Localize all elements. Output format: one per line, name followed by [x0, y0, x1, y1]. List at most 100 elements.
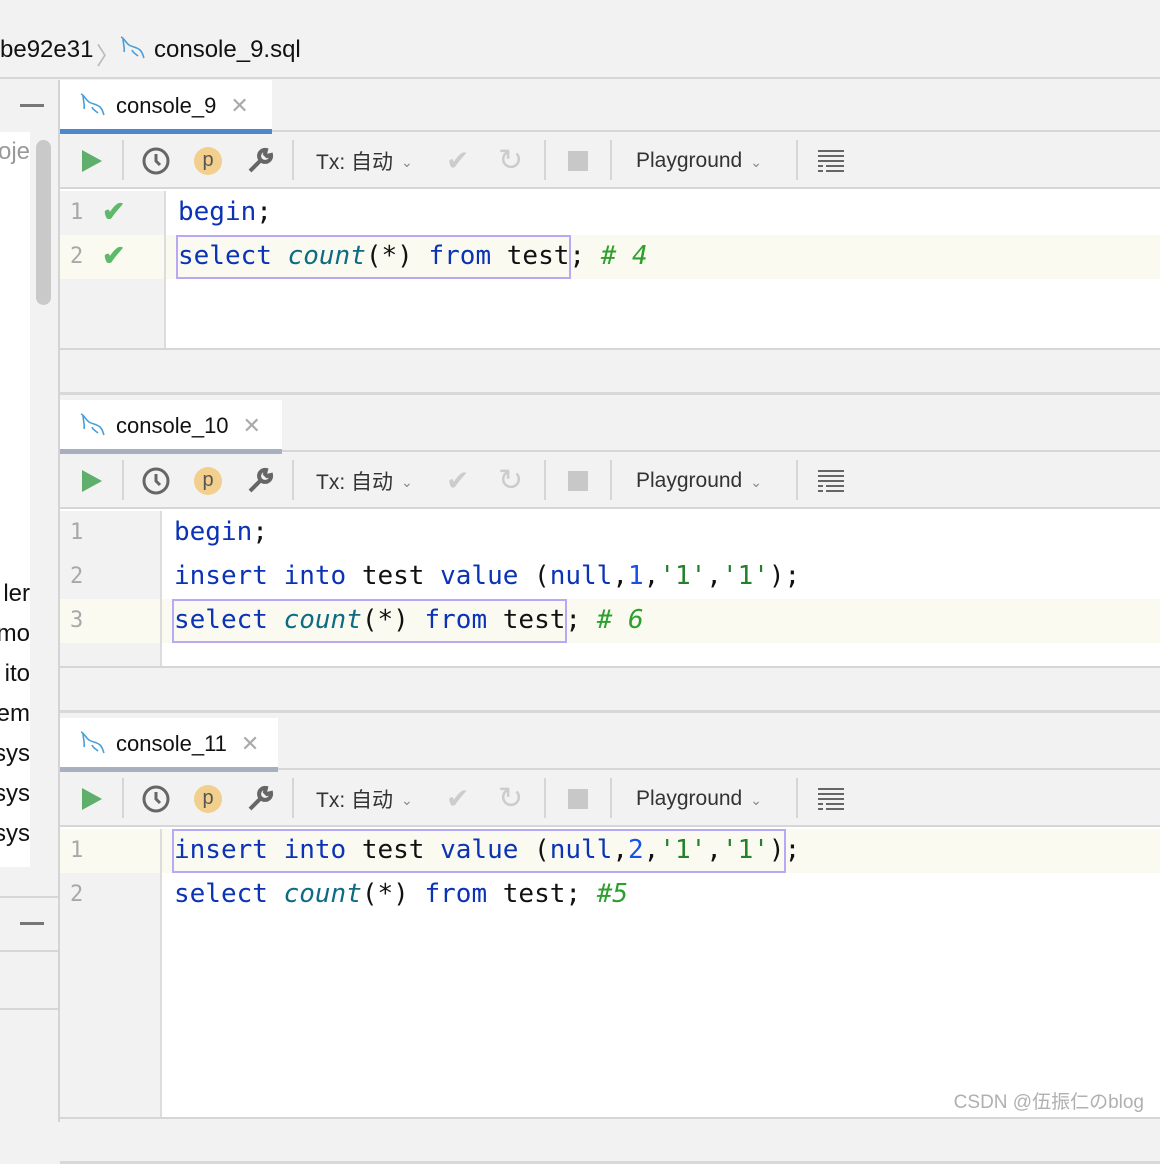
wrench-icon[interactable] — [246, 770, 274, 827]
wrench-icon[interactable] — [246, 452, 274, 509]
code-text: begin; — [178, 197, 288, 227]
sql-editor[interactable]: 1 ✔ begin; 2 ✔ select count(*) from test; # … — [60, 189, 1160, 350]
wrench-icon[interactable] — [246, 132, 274, 189]
tree-item[interactable]: sys — [0, 780, 30, 808]
breadcrumb-parent[interactable]: be92e31 — [0, 36, 93, 64]
chevron-down-icon: ⌄ — [750, 792, 762, 808]
tree-item[interactable]: sys — [0, 820, 30, 848]
history-icon[interactable] — [142, 132, 170, 189]
tab-bar: console_10 ✕ — [60, 400, 1160, 454]
parameters-icon[interactable]: p — [194, 452, 222, 509]
minimize-icon[interactable] — [20, 922, 44, 925]
code-text: insert into test value (null,1,'1','1'); — [174, 561, 800, 591]
run-icon[interactable] — [80, 132, 104, 189]
tab-console[interactable]: console_9 ✕ — [60, 80, 272, 134]
tab-console[interactable]: console_10 ✕ — [60, 400, 282, 454]
code-token: #5 — [596, 879, 629, 909]
commit-icon[interactable]: ✔ — [446, 452, 469, 509]
tree-item[interactable]: ito — [5, 660, 30, 688]
table-view-icon[interactable] — [818, 452, 844, 509]
transaction-mode-dropdown[interactable]: Tx: 自动 ⌄ — [316, 132, 413, 189]
run-icon[interactable] — [80, 452, 104, 509]
success-check-icon: ✔ — [102, 240, 126, 271]
stop-icon[interactable] — [568, 770, 588, 827]
table-view-icon[interactable] — [818, 770, 844, 827]
code-token: begin — [178, 197, 257, 227]
close-icon[interactable]: ✕ — [241, 731, 259, 757]
code-token: null — [549, 561, 613, 591]
code-token: select — [174, 879, 284, 909]
tree-item[interactable]: oje — [0, 138, 30, 166]
project-tree: oje ler mo ito em sys sys sys — [0, 132, 30, 867]
code-token: ; — [252, 517, 268, 547]
tab-bar: console_11 ✕ — [60, 718, 1160, 772]
rollback-icon[interactable]: ↻ — [498, 770, 523, 827]
chevron-down-icon: ⌄ — [401, 792, 413, 808]
schema-dropdown[interactable]: Playground ⌄ — [636, 770, 762, 827]
code-token: 1 — [628, 561, 644, 591]
table-view-icon[interactable] — [818, 132, 844, 189]
transaction-mode-dropdown[interactable]: Tx: 自动 ⌄ — [316, 770, 413, 827]
chevron-down-icon: ⌄ — [750, 154, 762, 170]
code-token: ; — [565, 605, 597, 635]
transaction-mode-dropdown[interactable]: Tx: 自动 ⌄ — [316, 452, 413, 509]
history-icon[interactable] — [142, 452, 170, 509]
chevron-down-icon: ⌄ — [750, 474, 762, 490]
code-token: begin — [174, 517, 253, 547]
schema-dropdown[interactable]: Playground ⌄ — [636, 452, 762, 509]
history-icon[interactable] — [142, 770, 170, 827]
stop-icon[interactable] — [568, 132, 588, 189]
commit-icon[interactable]: ✔ — [446, 132, 469, 189]
console-panel: console_9 ✕ p Tx: 自动 ⌄ ✔ ↻ Playground ⌄ 1 ✔… — [60, 80, 1160, 395]
code-line[interactable]: 2 insert into test value (null,1,'1','1')… — [60, 555, 1160, 599]
code-token: , — [643, 561, 660, 591]
code-line[interactable]: 1 begin; — [60, 511, 1160, 555]
code-line[interactable]: 1 ✔ begin; — [60, 191, 1160, 235]
sql-editor[interactable]: 1 begin; 2 insert into test value (null,1,'… — [60, 509, 1160, 668]
code-token: ; — [569, 241, 601, 271]
rollback-icon[interactable]: ↻ — [498, 132, 523, 189]
mysql-dolphin-icon — [78, 411, 106, 442]
console-panel: console_10 ✕ p Tx: 自动 ⌄ ✔ ↻ Playground ⌄ 1… — [60, 400, 1160, 713]
breadcrumb-file[interactable]: console_9.sql — [154, 36, 301, 64]
scrollbar[interactable] — [36, 140, 51, 305]
parameters-icon[interactable]: p — [194, 770, 222, 827]
code-token: value — [440, 561, 519, 591]
code-text: begin; — [174, 517, 268, 547]
parameters-icon[interactable]: p — [194, 132, 222, 189]
rollback-icon[interactable]: ↻ — [498, 452, 523, 509]
code-token: ; — [784, 835, 801, 865]
line-number: 3 — [70, 608, 84, 633]
code-token: (*) — [361, 879, 425, 909]
close-icon[interactable]: ✕ — [230, 93, 248, 119]
success-check-icon: ✔ — [102, 196, 126, 227]
tree-item[interactable]: em — [0, 700, 30, 728]
tab-label: console_10 — [116, 413, 229, 438]
minimize-icon[interactable] — [20, 104, 44, 107]
mysql-dolphin-icon — [78, 729, 106, 760]
statement-highlight — [172, 829, 787, 873]
tree-item[interactable]: sys — [0, 740, 30, 768]
commit-icon[interactable]: ✔ — [446, 770, 469, 827]
code-text: select count(*) from test; #5 — [174, 879, 628, 909]
statement-highlight — [172, 599, 568, 643]
sql-editor[interactable]: 1 insert into test value (null,2,'1','1')… — [60, 827, 1160, 1119]
tree-item[interactable]: ler — [3, 580, 30, 608]
tab-console[interactable]: console_11 ✕ — [60, 718, 278, 772]
code-token: , — [706, 561, 722, 591]
run-icon[interactable] — [80, 770, 104, 827]
mysql-dolphin-icon — [118, 34, 146, 60]
stop-icon[interactable] — [568, 452, 588, 509]
editor-toolbar: p Tx: 自动 ⌄ ✔ ↻ Playground ⌄ — [60, 452, 1160, 509]
tree-item[interactable]: mo — [0, 620, 30, 648]
code-token: ; — [256, 197, 288, 227]
schema-dropdown[interactable]: Playground ⌄ — [636, 132, 762, 189]
code-token: test — [487, 879, 566, 909]
line-number: 1 — [70, 200, 84, 225]
close-icon[interactable]: ✕ — [243, 413, 261, 439]
code-token: '1' — [659, 561, 707, 591]
tab-label: console_11 — [116, 731, 227, 756]
code-line[interactable]: 2 select count(*) from test; #5 — [60, 873, 1160, 917]
code-token: , — [612, 561, 628, 591]
breadcrumb: be92e31 〉 console_9.sql — [0, 0, 1160, 79]
